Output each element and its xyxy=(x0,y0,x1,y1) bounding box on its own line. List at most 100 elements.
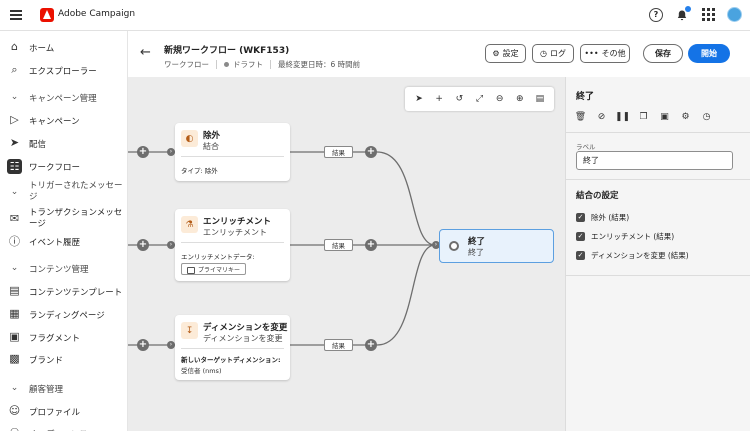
delete-icon[interactable]: 🗑 xyxy=(574,110,587,123)
history-icon[interactable]: ◷ xyxy=(700,110,713,123)
add-activity-button[interactable]: + xyxy=(365,146,377,158)
activity-subtitle: 終了 xyxy=(468,248,484,257)
add-activity-button[interactable]: + xyxy=(137,239,149,251)
chevron-down-icon: ⌄ xyxy=(10,262,19,273)
start-button[interactable]: 開始 xyxy=(688,44,730,63)
sidebar-item-label: プロファイル xyxy=(29,408,81,418)
pointer-icon[interactable]: ➤ xyxy=(412,92,426,106)
checkbox-checked-icon[interactable]: ✓ xyxy=(576,251,585,260)
sidebar: ⌂ ホーム ⌕ エクスプローラー ⌄ キャンペーン管理 ▷ キャンペーン ➤ 配信 ☷ ワークフロー ⌄… xyxy=(0,31,128,431)
add-activity-button[interactable]: + xyxy=(365,339,377,351)
sidebar-item-3[interactable]: ▷ キャンペーン xyxy=(0,110,128,130)
sidebar-item-label: ブランド xyxy=(29,356,64,366)
sidebar-item-14[interactable]: ⌄ 顧客管理 xyxy=(0,378,128,398)
activity-subtitle: ディメンションを変更 xyxy=(203,334,283,343)
page-title: 新規ワークフロー (WKF153) xyxy=(164,46,290,56)
sidebar-item-5[interactable]: ☷ ワークフロー xyxy=(0,156,128,176)
end-icon xyxy=(449,241,459,251)
add-icon[interactable]: + xyxy=(432,92,446,106)
sidebar-item-8[interactable]: ⓘ イベント履歴 xyxy=(0,231,128,251)
template-icon: ▤ xyxy=(9,284,20,297)
sidebar-item-16[interactable]: ⚇オーディエンス xyxy=(0,423,128,431)
disable-icon[interactable]: ⊘ xyxy=(595,110,608,123)
activity-change-dimension[interactable]: ↧ ディメンションを変更 ディメンションを変更 新しいターゲットディメンション:… xyxy=(175,315,290,380)
landing-page-icon: ▦ xyxy=(9,307,20,320)
option-change-dimension[interactable]: ✓ ディメンションを変更 (結果) xyxy=(576,250,689,261)
chevron-down-icon: ⌄ xyxy=(10,382,19,393)
gear-icon: ⚙ xyxy=(492,49,500,58)
checkbox-checked-icon[interactable]: ✓ xyxy=(576,232,585,241)
sidebar-item-12[interactable]: ▣ フラグメント xyxy=(0,327,128,347)
log-button[interactable]: ◷ ログ xyxy=(532,44,574,63)
history-icon: ◷ xyxy=(540,49,547,58)
top-bar: Adobe Campaign ? xyxy=(0,0,750,31)
sidebar-item-1[interactable]: ⌕ エクスプローラー xyxy=(0,60,128,80)
branch-icon[interactable]: ↺ xyxy=(452,92,466,106)
sidebar-item-2[interactable]: ⌄ キャンペーン管理 xyxy=(0,87,128,107)
note-icon[interactable]: ▣ xyxy=(658,110,671,123)
gear-icon[interactable]: ⚙ xyxy=(679,110,692,123)
menu-icon[interactable] xyxy=(10,10,22,20)
pause-icon[interactable]: ❚❚ xyxy=(615,110,630,123)
option-exclusion[interactable]: ✓ 除外 (結果) xyxy=(576,212,629,223)
sidebar-item-4[interactable]: ➤ 配信 xyxy=(0,133,128,153)
sidebar-item-7[interactable]: ✉ トランザクションメッセージ xyxy=(0,208,128,229)
sidebar-item-label: コンテンツテンプレート xyxy=(29,288,123,298)
zoom-out-icon[interactable]: ⊖ xyxy=(493,92,507,106)
apps-grid-icon[interactable] xyxy=(701,8,715,22)
status-dot xyxy=(224,62,229,67)
collapse-icon[interactable]: ⤢ xyxy=(472,92,486,106)
chevron-down-icon: ⌄ xyxy=(10,186,19,197)
result-tag: 結果 xyxy=(324,146,353,158)
sidebar-item-10[interactable]: ▤ コンテンツテンプレート xyxy=(0,281,128,301)
sidebar-item-13[interactable]: ▩ ブランド xyxy=(0,349,128,369)
sidebar-item-label: ランディングページ xyxy=(29,311,105,321)
add-activity-button[interactable]: + xyxy=(365,239,377,251)
activity-meta: 新しいターゲットディメンション: xyxy=(181,356,281,364)
brand-icon: ▩ xyxy=(9,352,20,365)
sidebar-item-6[interactable]: ⌄ トリガーされたメッセージ xyxy=(0,181,128,202)
bell-icon[interactable] xyxy=(675,5,691,22)
label-caption: ラベル xyxy=(576,143,596,151)
sidebar-item-label: トリガーされたメッセージ xyxy=(29,181,123,202)
sidebar-item-0[interactable]: ⌂ ホーム xyxy=(0,37,128,57)
activity-meta-value: 受信者 (nms) xyxy=(181,367,222,375)
checkbox-checked-icon[interactable]: ✓ xyxy=(576,213,585,222)
label-input[interactable] xyxy=(576,151,733,170)
save-button[interactable]: 保存 xyxy=(643,44,683,63)
sidebar-item-15[interactable]: ☺ プロファイル xyxy=(0,401,128,421)
sidebar-item-11[interactable]: ▦ ランディングページ xyxy=(0,304,128,324)
flask-icon: ⚗ xyxy=(181,216,198,233)
home-icon: ⌂ xyxy=(11,40,18,53)
add-activity-button[interactable]: + xyxy=(137,339,149,351)
activity-enrichment[interactable]: ⚗ エンリッチメント エンリッチメント エンリッチメントデータ: プライマリキー xyxy=(175,209,290,281)
avatar[interactable] xyxy=(727,7,742,22)
input-port: › xyxy=(167,341,175,349)
primary-key-chip: プライマリキー xyxy=(181,263,247,275)
ellipsis-icon: ••• xyxy=(584,49,599,58)
sidebar-item-9[interactable]: ⌄ コンテンツ管理 xyxy=(0,258,128,278)
back-arrow-icon[interactable]: ← xyxy=(140,45,151,60)
copy-icon[interactable]: ❐ xyxy=(637,110,650,123)
sidebar-item-label: 顧客管理 xyxy=(29,385,64,395)
megaphone-icon: ▷ xyxy=(10,113,19,126)
profile-icon: ☺ xyxy=(8,404,21,417)
zoom-in-icon[interactable]: ⊕ xyxy=(513,92,527,106)
more-button[interactable]: ••• その他 xyxy=(580,44,630,63)
activity-end[interactable]: 終了 終了 xyxy=(439,229,554,263)
workflow-canvas[interactable]: ➤ + ↺ ⤢ ⊖ ⊕ ▤ + › ◐ 除外 結合 タイプ: 除外 結果 + +… xyxy=(128,77,565,431)
audience-icon: ⚇ xyxy=(8,426,21,431)
settings-button[interactable]: ⚙ 設定 xyxy=(485,44,526,63)
input-port: › xyxy=(167,241,175,249)
activity-subtitle: エンリッチメント xyxy=(203,228,267,237)
add-activity-button[interactable]: + xyxy=(137,146,149,158)
activity-exclusion[interactable]: ◐ 除外 結合 タイプ: 除外 xyxy=(175,123,290,181)
explorer-icon: ⌕ xyxy=(11,62,18,76)
option-enrichment[interactable]: ✓ エンリッチメント (結果) xyxy=(576,231,674,242)
activity-subtitle: 結合 xyxy=(203,142,219,151)
sidebar-item-label: キャンペーン管理 xyxy=(29,94,97,104)
help-icon[interactable]: ? xyxy=(649,7,663,22)
result-tag: 結果 xyxy=(324,239,353,251)
map-icon[interactable]: ▤ xyxy=(533,92,547,106)
sidebar-item-label: ワークフロー xyxy=(29,163,81,173)
